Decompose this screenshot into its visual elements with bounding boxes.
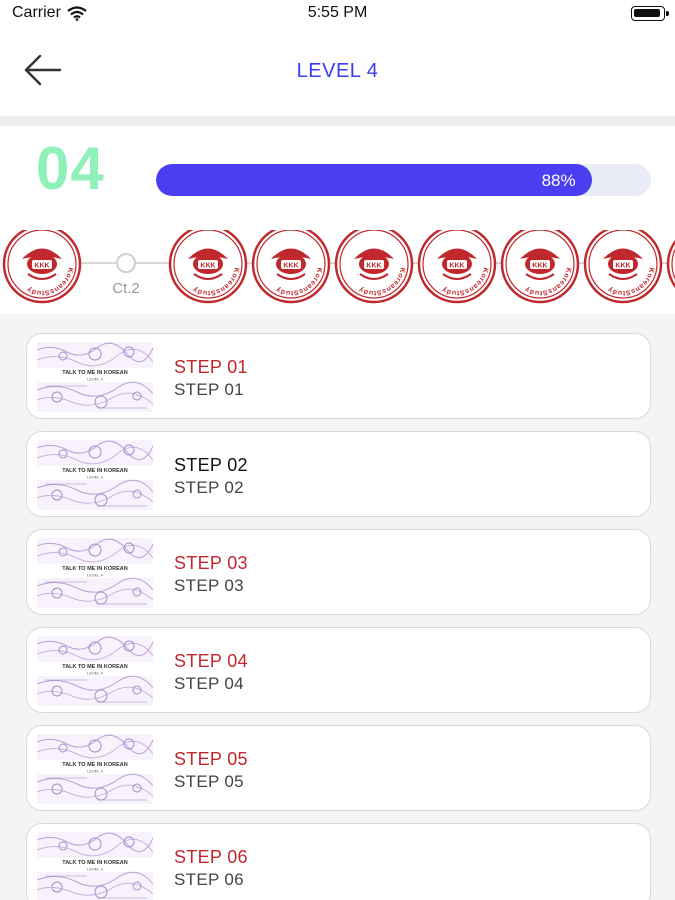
- chapter-item[interactable]: Ct.1 KoreansStudy KKK: [0, 230, 84, 310]
- svg-text:LEVEL 4: LEVEL 4: [87, 475, 103, 480]
- step-title: STEP 05: [174, 749, 248, 769]
- svg-text:KKK: KKK: [532, 263, 547, 270]
- step-subtitle: STEP 02: [174, 478, 244, 497]
- chapter-complete-stamp-icon: KoreansStudy KKK: [500, 230, 580, 304]
- step-card[interactable]: TALK TO ME IN KOREAN LEVEL 4 STEP 06 STEP…: [26, 823, 651, 900]
- status-bar: Carrier 5:55 PM: [0, 0, 675, 28]
- svg-text:LEVEL 4: LEVEL 4: [87, 573, 103, 578]
- step-thumbnail: TALK TO ME IN KOREAN LEVEL 4: [37, 342, 153, 412]
- chapter-row[interactable]: Ct.1 KoreansStudy KKK Ct.2 Ct.3 KoreansSt…: [0, 230, 675, 310]
- chapter-complete-stamp-icon: KoreansStudy KKK: [417, 230, 497, 304]
- page-title: LEVEL 4: [296, 60, 379, 82]
- step-subtitle: STEP 06: [174, 870, 244, 889]
- step-card[interactable]: TALK TO ME IN KOREAN LEVEL 4 STEP 01 STEP…: [26, 333, 651, 419]
- step-title: STEP 02: [174, 455, 248, 475]
- step-list[interactable]: TALK TO ME IN KOREAN LEVEL 4 STEP 01 STEP…: [0, 314, 675, 900]
- chapter-complete-stamp-icon: KoreansStudy KKK: [251, 230, 331, 304]
- svg-text:KKK: KKK: [34, 263, 49, 270]
- progress-percent: 88%: [541, 171, 576, 190]
- chapter-item[interactable]: Ct.8 KoreansStudy KKK: [581, 230, 665, 310]
- book-cover-thumbnail: TALK TO ME IN KOREAN LEVEL 4: [37, 538, 153, 608]
- progress-fill: 88%: [156, 164, 592, 196]
- svg-text:KKK: KKK: [283, 263, 298, 270]
- step-card[interactable]: TALK TO ME IN KOREAN LEVEL 4 STEP 04 STEP…: [26, 627, 651, 713]
- level-number: 04: [36, 135, 105, 202]
- chapter-complete-stamp-icon: KoreansStudy KKK: [583, 230, 663, 304]
- chapter-item[interactable]: Ct.7 KoreansStudy KKK: [498, 230, 582, 310]
- chapter-item[interactable]: Ct.5 KoreansStudy KKK: [332, 230, 416, 310]
- step-title: STEP 03: [174, 553, 248, 573]
- progress-bar: 88%: [156, 164, 651, 196]
- step-subtitle: STEP 04: [174, 674, 244, 693]
- svg-text:TALK TO ME IN KOREAN: TALK TO ME IN KOREAN: [62, 370, 128, 376]
- book-cover-thumbnail: TALK TO ME IN KOREAN LEVEL 4: [37, 832, 153, 900]
- svg-text:KKK: KKK: [200, 263, 215, 270]
- step-thumbnail: TALK TO ME IN KOREAN LEVEL 4: [37, 538, 153, 608]
- svg-text:TALK TO ME IN KOREAN: TALK TO ME IN KOREAN: [62, 860, 128, 866]
- step-card[interactable]: TALK TO ME IN KOREAN LEVEL 4 STEP 03 STEP…: [26, 529, 651, 615]
- step-title: STEP 06: [174, 847, 248, 867]
- chapter-label: Ct.2: [112, 280, 140, 297]
- step-subtitle: STEP 01: [174, 380, 244, 399]
- svg-text:KKK: KKK: [615, 263, 630, 270]
- chapter-item[interactable]: Ct.4 KoreansStudy KKK: [249, 230, 333, 310]
- status-time: 5:55 PM: [307, 4, 368, 21]
- svg-text:TALK TO ME IN KOREAN: TALK TO ME IN KOREAN: [62, 664, 128, 670]
- step-thumbnail: TALK TO ME IN KOREAN LEVEL 4: [37, 440, 153, 510]
- step-title: STEP 01: [174, 357, 248, 377]
- header-divider: [0, 116, 675, 126]
- chapter-item[interactable]: Ct.2: [84, 230, 168, 310]
- book-cover-thumbnail: TALK TO ME IN KOREAN LEVEL 4: [37, 734, 153, 804]
- book-cover-thumbnail: TALK TO ME IN KOREAN LEVEL 4: [37, 440, 153, 510]
- svg-text:LEVEL 4: LEVEL 4: [87, 377, 103, 382]
- step-card[interactable]: TALK TO ME IN KOREAN LEVEL 4 STEP 02 STEP…: [26, 431, 651, 517]
- step-title: STEP 04: [174, 651, 248, 671]
- chapter-item[interactable]: Ct.9 KoreansStudy KKK: [664, 230, 675, 310]
- chapter-complete-stamp-icon: KoreansStudy KKK: [2, 230, 82, 304]
- book-cover-thumbnail: TALK TO ME IN KOREAN LEVEL 4: [37, 342, 153, 412]
- nav-bar: LEVEL 4: [0, 28, 675, 116]
- svg-text:KKK: KKK: [449, 263, 464, 270]
- svg-text:LEVEL 4: LEVEL 4: [87, 867, 103, 872]
- book-cover-thumbnail: TALK TO ME IN KOREAN LEVEL 4: [37, 636, 153, 706]
- step-thumbnail: TALK TO ME IN KOREAN LEVEL 4: [37, 734, 153, 804]
- progress-section: 04 88% Ct.1 KoreansStudy KKK Ct.2 Ct.3 Ko…: [0, 126, 675, 314]
- chapter-complete-stamp-icon: KoreansStudy KKK: [334, 230, 414, 304]
- chapter-item[interactable]: Ct.3 KoreansStudy KKK: [166, 230, 250, 310]
- chapter-incomplete-dot: [116, 253, 136, 273]
- chapter-complete-stamp-icon: KoreansStudy KKK: [666, 239, 675, 289]
- svg-text:KKK: KKK: [366, 263, 381, 270]
- chapter-item[interactable]: Ct.6 KoreansStudy KKK: [415, 230, 499, 310]
- svg-text:TALK TO ME IN KOREAN: TALK TO ME IN KOREAN: [62, 762, 128, 768]
- svg-text:TALK TO ME IN KOREAN: TALK TO ME IN KOREAN: [62, 566, 128, 572]
- step-thumbnail: TALK TO ME IN KOREAN LEVEL 4: [37, 636, 153, 706]
- step-subtitle: STEP 03: [174, 576, 244, 595]
- battery-icon: [631, 6, 669, 21]
- step-card[interactable]: TALK TO ME IN KOREAN LEVEL 4 STEP 05 STEP…: [26, 725, 651, 811]
- svg-text:TALK TO ME IN KOREAN: TALK TO ME IN KOREAN: [62, 468, 128, 474]
- svg-text:LEVEL 4: LEVEL 4: [87, 671, 103, 676]
- step-thumbnail: TALK TO ME IN KOREAN LEVEL 4: [37, 832, 153, 900]
- chapter-complete-stamp-icon: KoreansStudy KKK: [168, 230, 248, 304]
- svg-text:LEVEL 4: LEVEL 4: [87, 769, 103, 774]
- step-subtitle: STEP 05: [174, 772, 244, 791]
